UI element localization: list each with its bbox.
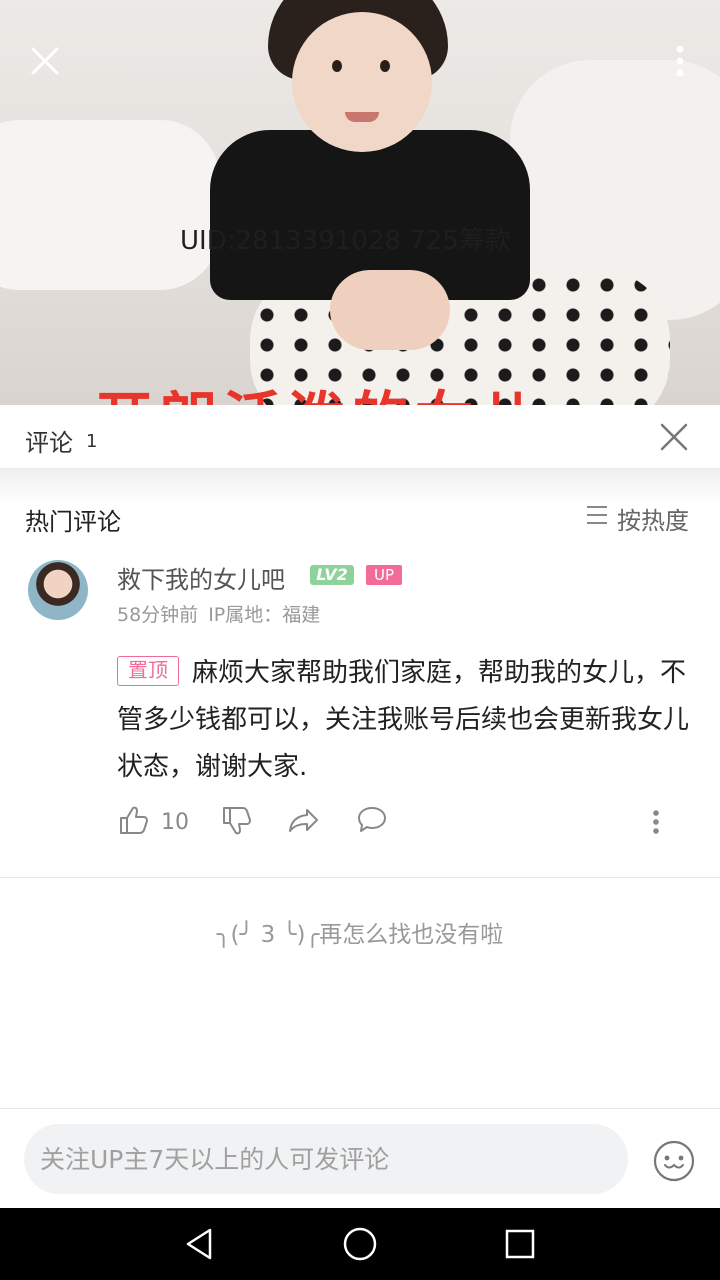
close-icon[interactable] (22, 38, 68, 84)
comments-header: 评论 1 (0, 405, 720, 469)
pillow-shape (0, 120, 220, 290)
level-badge: LV2 (310, 565, 354, 585)
red-banner-text: 开朗活泼的女儿 (95, 372, 543, 405)
comments-count: 1 (86, 431, 98, 452)
close-comments-icon[interactable] (656, 419, 692, 455)
thumbs-down-icon (220, 804, 252, 840)
comment-body: 麻烦大家帮助我们家庭，帮助我的女儿，不管多少钱都可以，关注我账号后续也会更新我女… (117, 650, 697, 791)
comment-ip-location: IP属地：福建 (208, 604, 321, 626)
up-badge: UP (366, 565, 402, 585)
emoji-icon[interactable] (652, 1139, 696, 1183)
sort-by-hotness-button[interactable]: 按热度 (585, 502, 689, 535)
child-eye (380, 60, 390, 72)
avatar[interactable] (28, 560, 88, 620)
share-arrow-icon (287, 804, 321, 840)
like-count: 10 (161, 809, 189, 835)
comment-text: 麻烦大家帮助我们家庭，帮助我的女儿，不管多少钱都可以，关注我账号后续也会更新我女… (117, 658, 690, 782)
comment-time: 58分钟前 (117, 604, 199, 626)
video-thumbnail[interactable]: UID:2813391028 725筹款 开朗活泼的女儿 (0, 0, 720, 405)
end-of-list-text: ╮(╯ 3 ╰)╭再怎么找也没有啦 (216, 922, 504, 948)
more-vertical-icon[interactable] (660, 38, 700, 84)
comment-actions: 10 (117, 802, 677, 842)
comment-bubble-icon (355, 804, 389, 840)
uid-overlay-text: UID:2813391028 725筹款 (180, 226, 511, 256)
comment-divider (0, 877, 720, 878)
dislike-button[interactable] (220, 802, 252, 842)
comment-input-bar (0, 1108, 720, 1208)
thumbs-up-icon (117, 804, 149, 840)
back-triangle-icon[interactable] (178, 1222, 222, 1266)
comment-username[interactable]: 救下我的女儿吧 (117, 560, 285, 595)
system-nav-bar (0, 1208, 720, 1280)
comment-more-icon[interactable] (641, 802, 671, 842)
like-button[interactable]: 10 (117, 802, 189, 842)
child-face (292, 12, 432, 152)
reply-button[interactable] (355, 802, 389, 842)
list-icon (585, 504, 609, 532)
child-mouth (345, 112, 379, 122)
comment-meta: 58分钟前 IP属地：福建 (117, 600, 320, 627)
sort-label: 按热度 (617, 506, 689, 535)
share-button[interactable] (287, 802, 321, 842)
home-circle-icon[interactable] (338, 1222, 382, 1266)
hot-comments-title: 热门评论 (25, 508, 121, 536)
comments-title: 评论 (25, 429, 73, 457)
recents-square-icon[interactable] (498, 1222, 542, 1266)
comment-input[interactable] (24, 1124, 628, 1194)
child-arms (330, 270, 450, 350)
child-eye (332, 60, 342, 72)
header-shadow (0, 469, 720, 505)
